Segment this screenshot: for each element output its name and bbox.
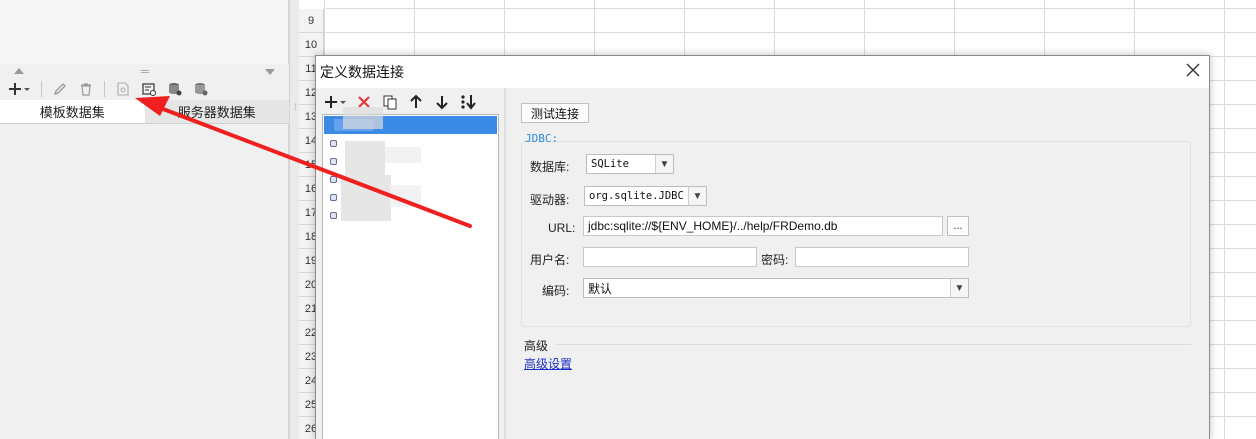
username-label: 用户名:: [530, 253, 570, 267]
connection-settings: 测试连接 JDBC: 数据库: SQLite ▼ 驱动器: org.sqlite…: [506, 88, 1209, 439]
app-window: 模板数据集 服务器数据集 ⁞ 9 10 11 12 13 14 15 16 17 18 19 20 21…: [0, 0, 1256, 439]
database-label: 数据库:: [530, 160, 570, 174]
move-up-button[interactable]: [406, 92, 426, 112]
edit-dataset-button[interactable]: [49, 79, 71, 99]
test-connection-button[interactable]: 测试连接: [521, 103, 589, 123]
database-icon: [330, 193, 337, 201]
drag-grip-icon[interactable]: [141, 70, 149, 73]
dialog-title: 定义数据连接: [320, 64, 404, 80]
move-down-icon: [436, 96, 448, 110]
dialog-body: 测试连接 JDBC: 数据库: SQLite ▼ 驱动器: org.sqlite…: [316, 88, 1209, 439]
column-gridline: [1224, 0, 1225, 439]
toolbar-separator: [41, 81, 42, 97]
blur-mask: [345, 141, 385, 175]
encoding-label: 编码:: [542, 284, 570, 298]
advanced-section-label: 高级: [524, 339, 549, 353]
encoding-select[interactable]: 默认 ▼: [583, 278, 969, 298]
advanced-settings-link[interactable]: 高级设置: [524, 355, 572, 372]
collapse-up-icon[interactable]: [14, 68, 24, 74]
sort-button[interactable]: [458, 92, 478, 112]
database-button[interactable]: [164, 79, 186, 99]
database-select[interactable]: SQLite ▼: [586, 154, 674, 174]
panel-collapse-bar: [0, 66, 289, 78]
row-header[interactable]: 9: [299, 9, 324, 33]
move-down-button[interactable]: [432, 92, 452, 112]
url-field[interactable]: jdbc:sqlite://${ENV_HOME}/../help/FRDemo…: [583, 216, 943, 236]
sort-icon: [461, 95, 476, 110]
database-icon: [169, 83, 182, 96]
toolbar-separator: [104, 81, 105, 97]
password-label: 密码:: [761, 253, 789, 267]
panel-splitter[interactable]: ⁞: [289, 0, 299, 439]
password-field[interactable]: [795, 247, 969, 267]
row-gridline: [324, 8, 1256, 9]
blur-mask: [389, 185, 421, 207]
template-tree-area: [0, 0, 289, 64]
preview-dataset-button[interactable]: [112, 79, 134, 99]
copy-icon: [383, 95, 397, 110]
database-icon: [330, 211, 337, 219]
row-gridline: [324, 32, 1256, 33]
chevron-down-icon[interactable]: ▼: [950, 279, 968, 297]
database-value: SQLite: [591, 158, 629, 170]
connection-list[interactable]: [322, 107, 499, 439]
dataset-toolbar: [0, 78, 289, 100]
url-label: URL:: [548, 221, 576, 235]
driver-select[interactable]: org.sqlite.JDBC ▼: [584, 186, 707, 206]
edit-icon: [53, 83, 66, 96]
dataset-list: [0, 124, 289, 439]
add-icon: [9, 83, 30, 95]
encoding-value: 默认: [588, 281, 613, 296]
collapse-down-icon[interactable]: [265, 69, 275, 75]
splitter-grip-icon[interactable]: ⁞: [294, 102, 297, 112]
jdbc-section-label: JDBC:: [525, 132, 559, 145]
row-header[interactable]: 10: [299, 33, 324, 57]
username-field[interactable]: [583, 247, 757, 267]
database-icon: [330, 175, 337, 183]
database-settings-button[interactable]: [190, 79, 212, 99]
dataset-icon: [142, 83, 156, 96]
driver-label: 驱动器:: [530, 193, 570, 207]
blur-mask: [385, 147, 421, 163]
preview-icon: [117, 82, 129, 96]
chevron-down-icon[interactable]: ▼: [688, 187, 706, 205]
url-browse-button[interactable]: ...: [947, 216, 969, 236]
chevron-down-icon[interactable]: ▼: [655, 155, 673, 173]
dataset-tabs: 模板数据集 服务器数据集: [0, 100, 289, 124]
dataset-config-button[interactable]: [138, 79, 160, 99]
move-up-icon: [410, 94, 422, 108]
delete-dataset-button[interactable]: [75, 79, 97, 99]
blur-mask: [343, 107, 383, 129]
dataset-panel: 模板数据集 服务器数据集: [0, 0, 289, 439]
define-data-connection-dialog: 定义数据连接 测试连接 JDBC: 数据库: SQLite ▼ 驱动器: org…: [315, 55, 1210, 439]
tab-template-dataset[interactable]: 模板数据集: [0, 100, 145, 123]
tab-server-dataset[interactable]: 服务器数据集: [144, 100, 289, 123]
delete-icon: [81, 83, 91, 96]
advanced-divider: [556, 344, 1191, 345]
close-icon: [1186, 63, 1200, 77]
close-button[interactable]: [1180, 58, 1206, 82]
driver-value: org.sqlite.JDBC: [589, 190, 684, 202]
database-settings-icon: [195, 83, 208, 96]
copy-connection-button[interactable]: [380, 92, 400, 112]
blur-mask: [341, 175, 391, 221]
add-dataset-button[interactable]: [6, 79, 34, 99]
database-icon: [330, 139, 337, 147]
database-icon: [330, 157, 337, 165]
